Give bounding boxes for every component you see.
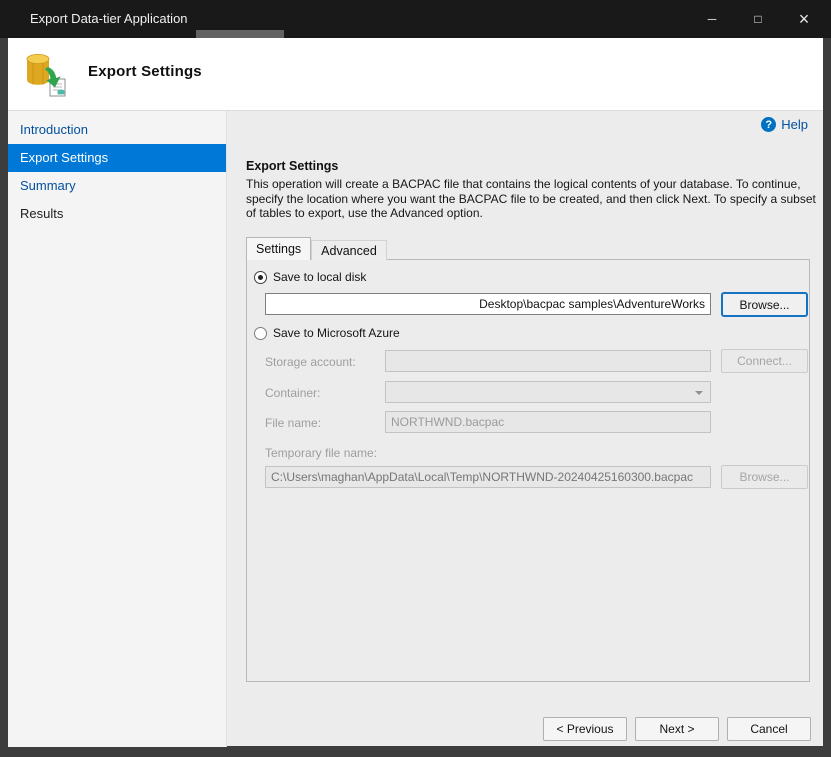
section-title: Export Settings <box>246 159 338 173</box>
help-label: Help <box>781 117 808 132</box>
page-title: Export Settings <box>88 63 202 80</box>
storage-account-label: Storage account: <box>265 355 356 369</box>
browse-local-button[interactable]: Browse... <box>721 292 808 317</box>
sidebar-item-export-settings[interactable]: Export Settings <box>8 144 226 172</box>
export-database-icon <box>20 49 70 104</box>
save-azure-label: Save to Microsoft Azure <box>273 326 400 340</box>
section-description: This operation will create a BACPAC file… <box>246 177 824 221</box>
close-icon: × <box>799 9 810 30</box>
save-azure-option[interactable]: Save to Microsoft Azure <box>254 326 400 340</box>
chevron-down-icon <box>695 391 703 395</box>
window-controls: ─ □ × <box>689 0 827 38</box>
cancel-button[interactable]: Cancel <box>727 717 811 741</box>
help-link[interactable]: ? Help <box>761 117 808 132</box>
save-local-disk-label: Save to local disk <box>273 270 366 284</box>
file-name-label: File name: <box>265 416 321 430</box>
wizard-content: Introduction Export Settings Summary Res… <box>8 110 823 746</box>
temp-file-name-label: Temporary file name: <box>265 446 377 460</box>
save-azure-radio[interactable] <box>254 327 267 340</box>
maximize-icon: □ <box>754 12 761 26</box>
save-local-disk-radio[interactable] <box>254 271 267 284</box>
save-local-disk-option[interactable]: Save to local disk <box>254 270 366 284</box>
wizard-footer: < Previous Next > Cancel <box>543 717 811 741</box>
close-button[interactable]: × <box>781 0 827 38</box>
connect-button: Connect... <box>721 349 808 373</box>
sidebar-item-results[interactable]: Results <box>8 200 226 228</box>
help-icon: ? <box>761 117 776 132</box>
sidebar-item-summary[interactable]: Summary <box>8 172 226 200</box>
local-path-input[interactable] <box>265 293 711 315</box>
background-window-artifact <box>196 30 284 38</box>
wizard-steps-sidebar: Introduction Export Settings Summary Res… <box>8 111 227 747</box>
container-dropdown <box>385 381 711 403</box>
main-panel: ? Help Export Settings This operation wi… <box>228 111 823 747</box>
settings-tab-panel: Save to local disk Browse... Save to Mic… <box>246 259 810 682</box>
file-name-input <box>385 411 711 433</box>
minimize-button[interactable]: ─ <box>689 0 735 38</box>
sidebar-item-introduction[interactable]: Introduction <box>8 116 226 144</box>
storage-account-input <box>385 350 711 372</box>
settings-tabstrip: Settings Advanced <box>246 237 387 260</box>
tab-advanced[interactable]: Advanced <box>311 240 387 260</box>
tab-settings[interactable]: Settings <box>246 237 311 260</box>
dialog-body: Export Settings Introduction Export Sett… <box>8 38 823 746</box>
browse-temp-button: Browse... <box>721 465 808 489</box>
maximize-button[interactable]: □ <box>735 0 781 38</box>
title-bar: Export Data-tier Application ─ □ × <box>0 0 831 38</box>
wizard-header: Export Settings <box>8 38 823 110</box>
previous-button[interactable]: < Previous <box>543 717 627 741</box>
window-title: Export Data-tier Application <box>30 11 188 26</box>
next-button[interactable]: Next > <box>635 717 719 741</box>
container-label: Container: <box>265 386 320 400</box>
minimize-icon: ─ <box>708 12 717 26</box>
temp-file-name-input <box>265 466 711 488</box>
